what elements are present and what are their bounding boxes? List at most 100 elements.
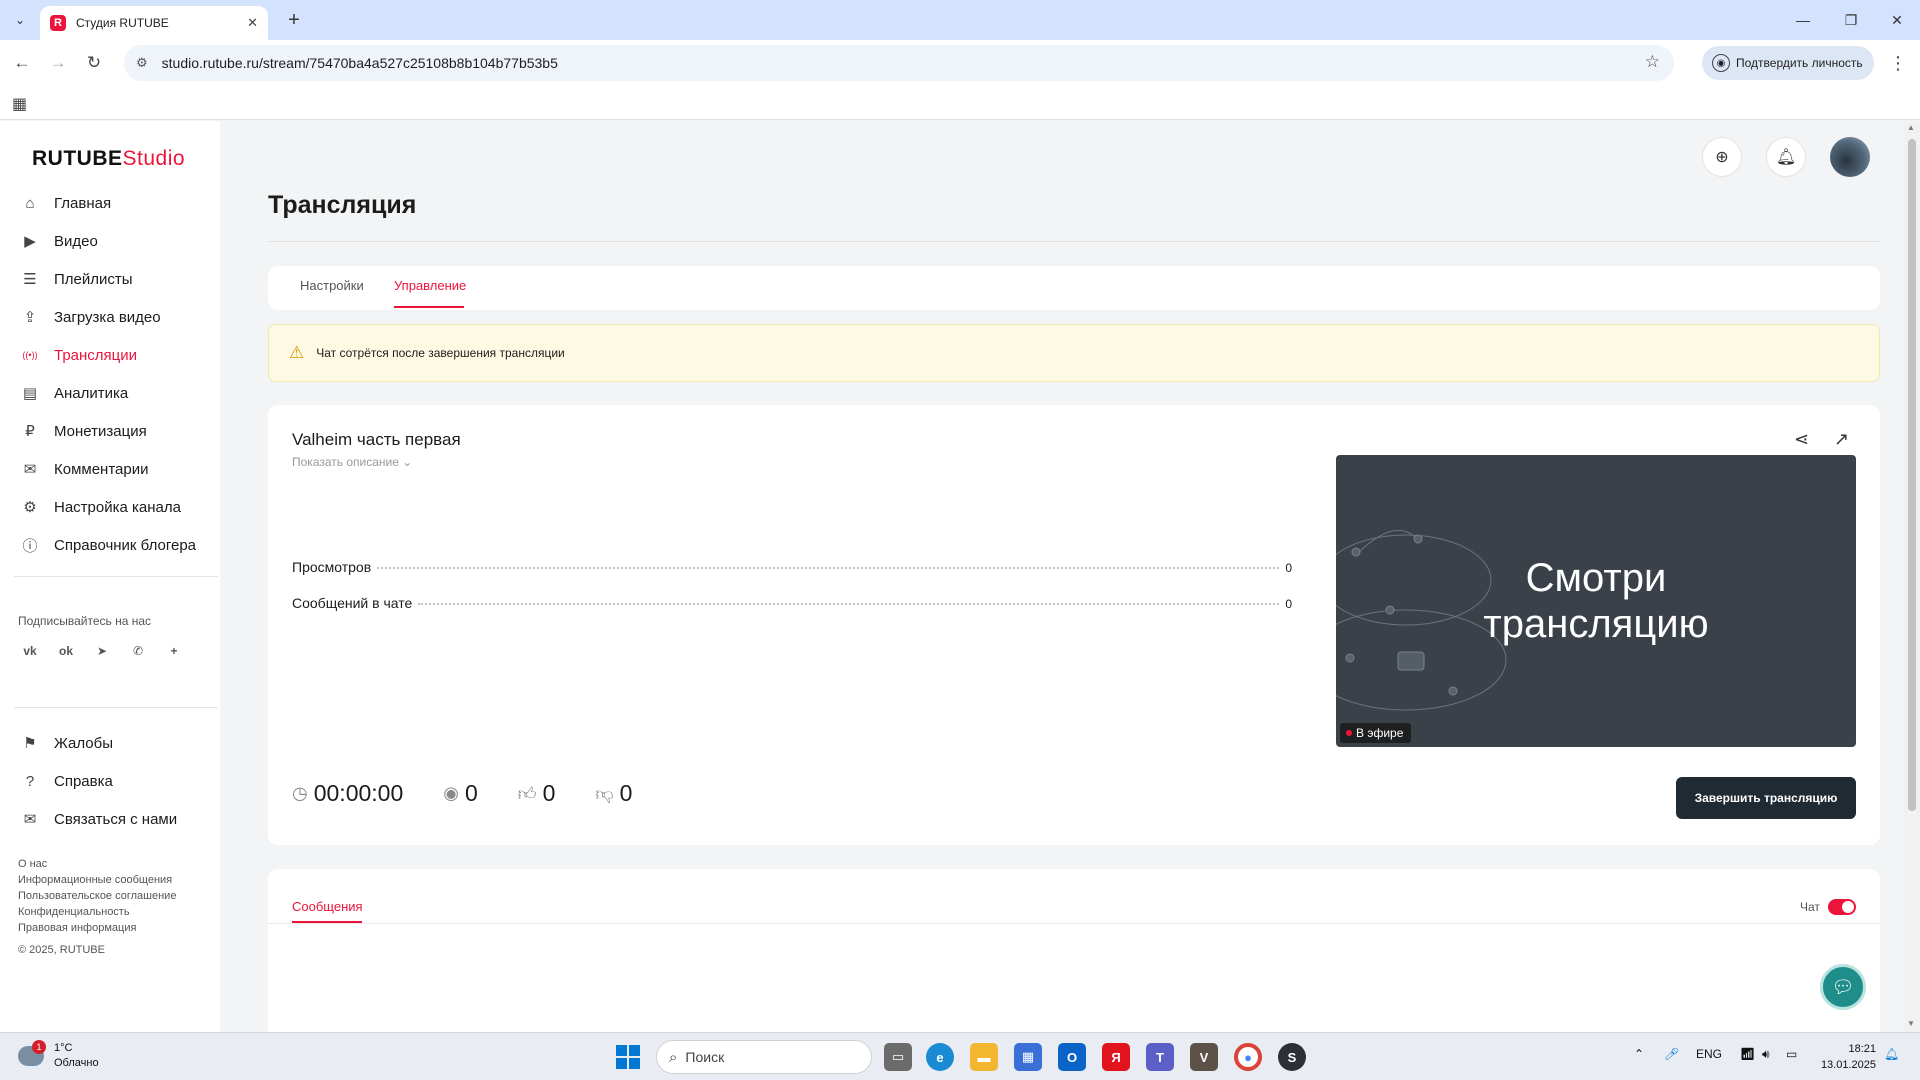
sidebar-secondary-item-0[interactable]: ⚑ Жалобы xyxy=(0,724,220,762)
teams-icon[interactable]: T xyxy=(1146,1043,1174,1071)
mail-icon: ✉ xyxy=(23,811,37,828)
sidebar-item-0[interactable]: ⌂ Главная xyxy=(0,184,220,222)
notification-icon[interactable]: 🔔︎ xyxy=(1884,1047,1899,1061)
page-scrollbar[interactable]: ▲ ▼ xyxy=(1904,121,1920,1032)
sidebar-item-6[interactable]: ₽ Монетизация xyxy=(0,412,220,450)
rutube-studio-logo[interactable]: RUTUBEStudio xyxy=(32,147,185,171)
sidebar-secondary-item-label: Справка xyxy=(54,772,113,790)
task-view-icon[interactable]: ▭ xyxy=(884,1043,912,1071)
external-link-icon[interactable]: ↗ xyxy=(1834,429,1849,450)
show-description-toggle[interactable]: Показать описание ⌄ xyxy=(292,455,412,469)
ok-icon[interactable]: ok xyxy=(54,639,78,663)
viber-icon[interactable]: ✆ xyxy=(126,639,150,663)
game-icon[interactable]: V xyxy=(1190,1043,1218,1071)
language-indicator[interactable]: ENG xyxy=(1696,1047,1722,1061)
sidebar-item-1[interactable]: ▶ Видео xyxy=(0,222,220,260)
yandex-icon[interactable]: Я xyxy=(1102,1043,1130,1071)
tab-settings[interactable]: Настройки xyxy=(300,278,364,293)
stat-label: Сообщений в чате xyxy=(292,595,413,611)
scroll-thumb[interactable] xyxy=(1908,139,1916,811)
page-title: Трансляция xyxy=(268,191,417,219)
close-window-button[interactable]: ✕ xyxy=(1874,6,1920,34)
sidebar-item-9[interactable]: ⓘ Справочник блогера xyxy=(0,526,220,564)
viewer-icon: ◉ xyxy=(443,783,459,803)
stream-preview[interactable]: Смотри трансляцию В эфире xyxy=(1336,455,1856,747)
restore-button[interactable]: ❐ xyxy=(1828,6,1874,34)
forward-button[interactable]: → xyxy=(44,49,72,77)
tray-overflow-icon[interactable]: ⌃ xyxy=(1634,1047,1644,1061)
sidebar-item-3[interactable]: ⇪ Загрузка видео xyxy=(0,298,220,336)
back-button[interactable]: ← xyxy=(8,49,36,77)
sidebar-item-8[interactable]: ⚙ Настройка канала xyxy=(0,488,220,526)
new-tab-button[interactable]: + xyxy=(282,8,306,32)
create-button[interactable]: ⊕ xyxy=(1702,137,1742,177)
plus-icon[interactable]: + xyxy=(162,639,186,663)
video-icon: ▶ xyxy=(24,233,36,250)
scroll-down-icon[interactable]: ▼ xyxy=(1907,1019,1915,1028)
temperature: 1°C xyxy=(54,1042,73,1054)
taskbar-search[interactable]: ⌕ Поиск xyxy=(656,1040,872,1074)
vk-icon[interactable]: vk xyxy=(18,639,42,663)
edge-icon[interactable]: e xyxy=(926,1043,954,1071)
sidebar-divider xyxy=(14,576,218,577)
weather-widget[interactable]: 1 1°C Облачно xyxy=(18,1040,99,1071)
sidebar-secondary-item-1[interactable]: ? Справка xyxy=(0,762,220,800)
sidebar-secondary-item-2[interactable]: ✉ Связаться с нами xyxy=(0,800,220,838)
tab-list-dropdown[interactable]: ⌄ xyxy=(8,8,32,32)
steam-icon[interactable]: S xyxy=(1278,1043,1306,1071)
outlook-icon[interactable]: O xyxy=(1058,1043,1086,1071)
bookmark-star-icon[interactable]: ☆ xyxy=(1645,52,1660,72)
browser-menu-icon[interactable]: ⋮ xyxy=(1886,49,1910,77)
flag-icon: ⚑ xyxy=(23,735,37,752)
clock[interactable]: 18:21 13.01.2025 xyxy=(1816,1041,1876,1073)
tab-title: Студия RUTUBE xyxy=(76,16,169,30)
footer-link[interactable]: О нас xyxy=(18,856,176,872)
address-bar[interactable]: ⚙ studio.rutube.ru/stream/75470ba4a527c2… xyxy=(124,45,1674,81)
stat-value: 0 xyxy=(1285,597,1292,611)
time: 18:21 xyxy=(1848,1043,1876,1055)
copyright: © 2025, RUTUBE xyxy=(18,944,105,956)
footer-link[interactable]: Правовая информация xyxy=(18,920,176,936)
verify-identity-button[interactable]: ◉ Подтвердить личность xyxy=(1702,46,1874,80)
browser-tab[interactable]: R Студия RUTUBE ✕ xyxy=(40,6,268,40)
apps-grid-icon[interactable]: ▦ xyxy=(12,94,27,114)
site-settings-icon[interactable]: ⚙ xyxy=(136,55,148,71)
chrome-icon[interactable]: ● xyxy=(1234,1043,1262,1071)
sidebar-item-label: Плейлисты xyxy=(54,270,133,288)
notifications-bell-icon[interactable]: 🔔︎ xyxy=(1766,137,1806,177)
footer-link[interactable]: Информационные сообщения xyxy=(18,872,176,888)
store-icon[interactable]: ▦ xyxy=(1014,1043,1042,1071)
sidebar: RUTUBEStudio ⌂ Главная ▶ Видео ☰ Плейлисты ⇪ За… xyxy=(0,121,220,1032)
footer-link[interactable]: Конфиденциальность xyxy=(18,904,176,920)
alert-text: Чат сотрётся после завершения трансляции xyxy=(316,346,565,360)
volume-icon[interactable]: 🔊︎ xyxy=(1762,1047,1770,1062)
live-badge-label: В эфире xyxy=(1356,726,1404,740)
sidebar-item-5[interactable]: ▤ Аналитика xyxy=(0,374,220,412)
sidebar-item-4[interactable]: ((•)) Трансляции xyxy=(0,336,220,374)
scroll-up-icon[interactable]: ▲ xyxy=(1907,123,1915,132)
reload-button[interactable]: ↻ xyxy=(80,49,108,77)
user-avatar[interactable] xyxy=(1830,137,1870,177)
footer-link[interactable]: Пользовательское соглашение xyxy=(18,888,176,904)
sidebar-item-2[interactable]: ☰ Плейлисты xyxy=(0,260,220,298)
social-links: vk ok ➤ ✆ + xyxy=(18,639,186,663)
preview-caption-line1: Смотри xyxy=(1525,556,1667,600)
tab-messages[interactable]: Сообщения xyxy=(292,899,363,914)
wifi-icon[interactable]: 📶︎ xyxy=(1740,1047,1755,1061)
minimize-button[interactable]: — xyxy=(1780,6,1826,34)
telegram-icon[interactable]: ➤ xyxy=(90,639,114,663)
microphone-icon[interactable]: 🎤︎ xyxy=(1664,1047,1679,1061)
tab-management[interactable]: Управление xyxy=(394,278,466,293)
share-icon[interactable]: ⋖ xyxy=(1794,429,1809,450)
support-chat-button[interactable]: 💬︎ xyxy=(1820,964,1866,1010)
chat-toggle[interactable] xyxy=(1828,899,1856,915)
start-button[interactable] xyxy=(616,1045,640,1069)
broadcast-icon: ((•)) xyxy=(22,350,38,360)
stat-value: 0 xyxy=(1285,561,1292,575)
close-tab-icon[interactable]: ✕ xyxy=(247,15,258,31)
sidebar-item-7[interactable]: ✉ Комментарии xyxy=(0,450,220,488)
end-stream-button[interactable]: Завершить трансляцию xyxy=(1676,777,1856,819)
file-explorer-icon[interactable]: ▬ xyxy=(970,1043,998,1071)
battery-icon[interactable]: ▭ xyxy=(1786,1047,1797,1061)
footer-links: О нас Информационные сообщения Пользовател… xyxy=(18,856,176,936)
